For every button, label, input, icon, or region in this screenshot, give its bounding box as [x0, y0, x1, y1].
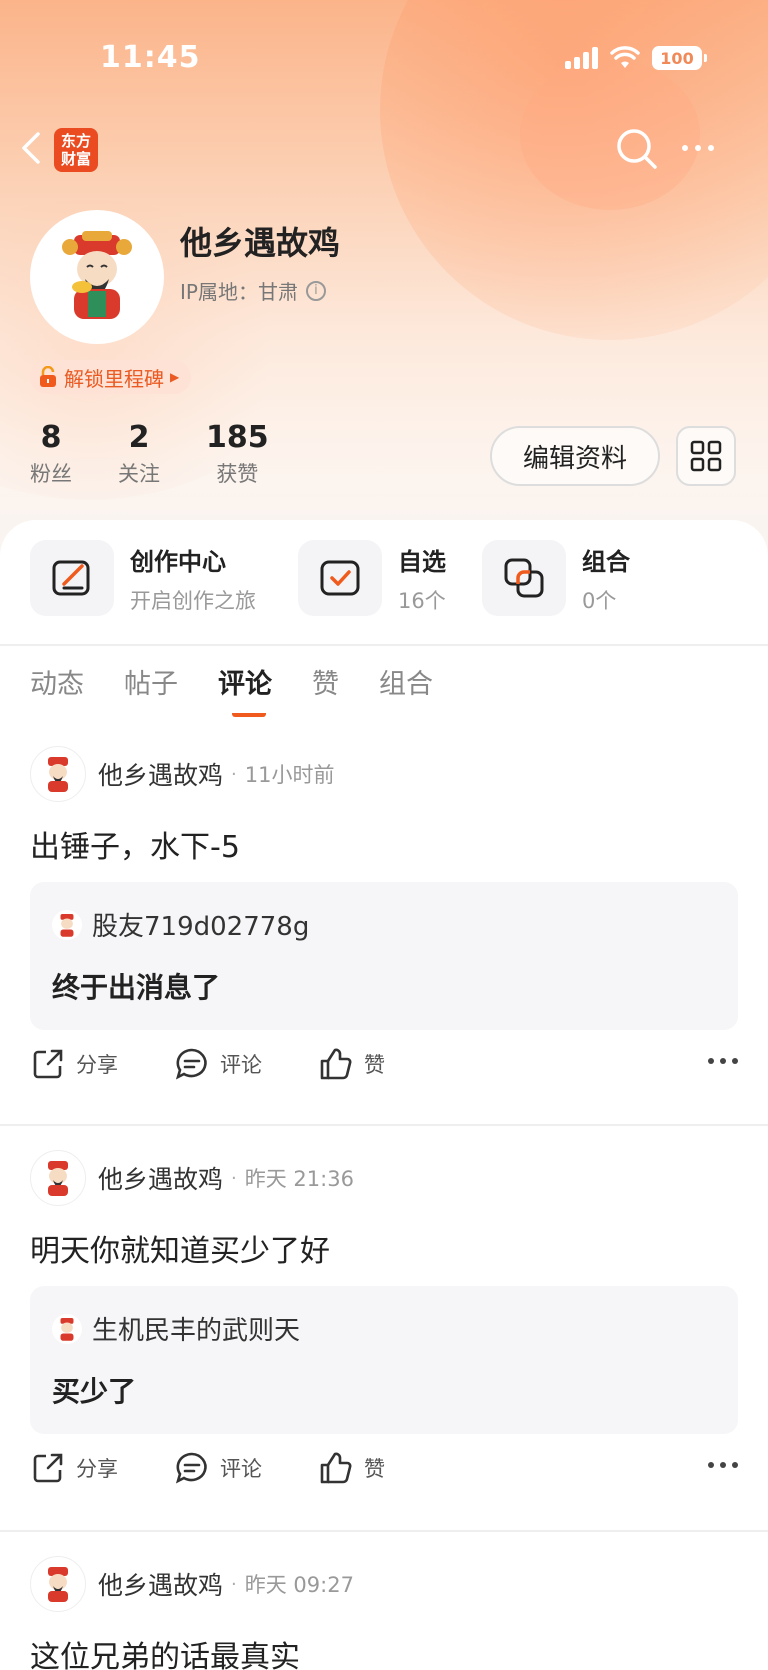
- avatar[interactable]: [30, 1150, 86, 1206]
- quote-author: 生机民丰的武则天: [92, 1316, 301, 1346]
- status-icons: 100: [565, 46, 707, 70]
- divider: [0, 644, 768, 646]
- post-body: 明天你就知道买少了好: [30, 1234, 330, 1269]
- share-icon: [33, 1049, 63, 1079]
- stat-followers[interactable]: 8 粉丝: [30, 420, 72, 488]
- post-time: 昨天 09:27: [244, 1573, 354, 1597]
- avatar: [52, 1313, 82, 1344]
- avatar[interactable]: [30, 210, 164, 344]
- status-time: 11:45: [100, 40, 201, 75]
- divider: [0, 1124, 768, 1126]
- qr-code-icon: [690, 440, 722, 472]
- portfolio-shortcut[interactable]: 组合 0个: [482, 540, 630, 616]
- create-icon: [52, 560, 90, 596]
- thumbs-up-icon: [320, 1452, 352, 1484]
- avatar-god-of-wealth-icon: [62, 231, 132, 319]
- post-actions: 分享 评论 赞: [30, 1046, 738, 1090]
- search-icon[interactable]: [614, 126, 660, 172]
- comment-icon: [175, 1452, 207, 1484]
- like-button[interactable]: 赞: [318, 1046, 385, 1082]
- info-icon[interactable]: i: [305, 280, 326, 301]
- post-body: 这位兄弟的话最真实: [30, 1640, 300, 1670]
- content-tabs: 动态 帖子 评论 赞 组合: [30, 662, 473, 717]
- arrow-right-icon: ▶: [170, 370, 180, 384]
- portfolio-icon: [504, 558, 544, 598]
- tab-activity[interactable]: 动态: [30, 662, 84, 701]
- comment-icon: [175, 1048, 207, 1080]
- qr-code-button[interactable]: [676, 426, 736, 486]
- more-icon[interactable]: [682, 128, 732, 168]
- stat-likes[interactable]: 185 获赞: [206, 420, 269, 488]
- like-button[interactable]: 赞: [318, 1450, 385, 1486]
- tab-portfolio[interactable]: 组合: [379, 662, 433, 701]
- more-icon[interactable]: [708, 1058, 738, 1064]
- avatar[interactable]: [30, 1556, 86, 1612]
- more-icon[interactable]: [708, 1462, 738, 1468]
- tab-posts[interactable]: 帖子: [124, 662, 178, 701]
- share-icon: [33, 1453, 63, 1483]
- thumbs-up-icon: [320, 1048, 352, 1080]
- post-author[interactable]: 他乡遇故鸡: [98, 1566, 223, 1602]
- battery-icon: 100: [652, 46, 707, 70]
- avatar[interactable]: [30, 746, 86, 802]
- comment-button[interactable]: 评论: [174, 1046, 262, 1082]
- lock-icon: [40, 366, 56, 387]
- post-author[interactable]: 他乡遇故鸡: [98, 1160, 223, 1196]
- signal-icon: [565, 47, 598, 69]
- share-button[interactable]: 分享: [30, 1046, 118, 1082]
- tab-comments[interactable]: 评论: [218, 662, 272, 717]
- divider: [0, 1530, 768, 1532]
- profile-name: 他乡遇故鸡: [180, 224, 341, 262]
- avatar: [52, 909, 82, 940]
- ip-location: IP属地：甘肃 i: [180, 276, 326, 305]
- post-author[interactable]: 他乡遇故鸡: [98, 756, 223, 792]
- quoted-post[interactable]: 生机民丰的武则天 买少了: [30, 1286, 738, 1434]
- share-button[interactable]: 分享: [30, 1450, 118, 1486]
- watchlist-shortcut[interactable]: 自选 16个: [298, 540, 446, 616]
- post-body: 出锤子，水下-5: [30, 830, 240, 865]
- post-time: 昨天 21:36: [244, 1167, 354, 1191]
- checkbox-icon: [320, 560, 360, 596]
- wifi-icon: [610, 46, 640, 68]
- quote-author: 股友719d02778g: [92, 912, 310, 942]
- quote-text: 终于出消息了: [52, 971, 221, 1004]
- app-logo: 东方 财富: [54, 128, 98, 172]
- tab-likes[interactable]: 赞: [312, 662, 339, 701]
- back-icon[interactable]: [16, 128, 46, 168]
- post-time: 11小时前: [244, 763, 335, 787]
- quote-text: 买少了: [52, 1375, 137, 1408]
- shortcuts: 创作中心 开启创作之旅 自选 16个 组合 0个: [30, 540, 750, 620]
- quoted-post[interactable]: 股友719d02778g 终于出消息了: [30, 882, 738, 1030]
- comment-button[interactable]: 评论: [174, 1450, 262, 1486]
- milestone-button[interactable]: 解锁里程碑 ▶: [30, 360, 192, 394]
- profile-stats: 8 粉丝 2 关注 185 获赞: [30, 420, 269, 488]
- stat-following[interactable]: 2 关注: [118, 420, 160, 488]
- post-actions: 分享 评论 赞: [30, 1450, 738, 1494]
- profile-page: 11:45 100 东方 财富 他乡遇故鸡 IP属地：甘肃 i 解锁里程碑 ▶ …: [0, 0, 768, 1670]
- edit-profile-button[interactable]: 编辑资料: [490, 426, 660, 486]
- creation-center-shortcut[interactable]: 创作中心 开启创作之旅: [30, 540, 256, 616]
